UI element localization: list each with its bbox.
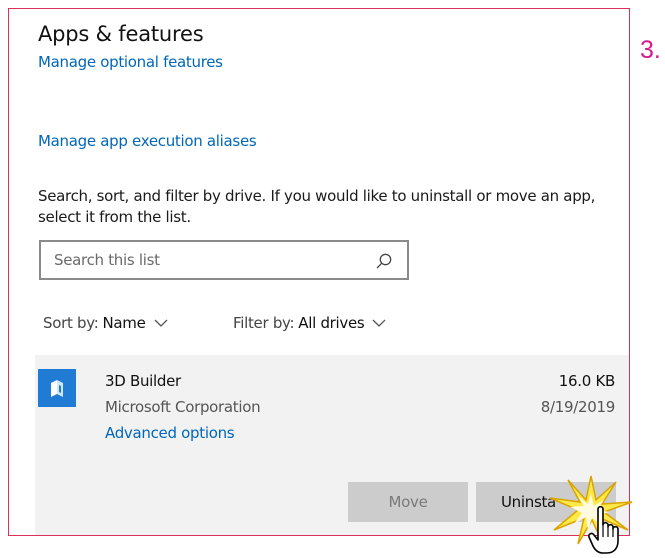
screenshot-stage: Apps & features Manage optional features…: [0, 0, 665, 558]
app-publisher: Microsoft Corporation: [105, 398, 261, 416]
instructions-text: Search, sort, and filter by drive. If yo…: [38, 187, 596, 226]
filter-by-dropdown[interactable]: Filter by: All drives: [233, 314, 386, 332]
app-name: 3D Builder: [105, 372, 181, 390]
manage-app-execution-aliases-link[interactable]: Manage app execution aliases: [38, 132, 257, 150]
3d-builder-glyph: [51, 380, 63, 397]
app-size: 16.0 KB: [558, 372, 616, 390]
search-icon[interactable]: [375, 252, 393, 270]
sort-by-label: Sort by:: [43, 314, 99, 332]
move-button[interactable]: Move: [348, 482, 468, 522]
uninstall-button[interactable]: Uninsta: [476, 482, 616, 522]
selected-app-item[interactable]: 3D Builder Microsoft Corporation Advance…: [35, 355, 629, 535]
filter-by-value: All drives: [298, 314, 365, 332]
advanced-options-link[interactable]: Advanced options: [105, 424, 235, 442]
app-install-date: 8/19/2019: [540, 398, 616, 416]
apps-features-panel: Apps & features Manage optional features…: [8, 8, 630, 536]
3d-builder-icon: [38, 369, 76, 407]
chevron-down-icon: [372, 319, 386, 327]
manage-optional-features-link[interactable]: Manage optional features: [38, 53, 223, 71]
search-box[interactable]: [39, 240, 409, 280]
page-title: Apps & features: [38, 22, 204, 46]
sort-by-dropdown[interactable]: Sort by: Name: [43, 314, 168, 332]
step-number-label: 3.: [640, 36, 661, 64]
filter-by-label: Filter by:: [233, 314, 295, 332]
sort-by-value: Name: [102, 314, 146, 332]
chevron-down-icon: [154, 319, 168, 327]
search-input[interactable]: [41, 242, 374, 278]
